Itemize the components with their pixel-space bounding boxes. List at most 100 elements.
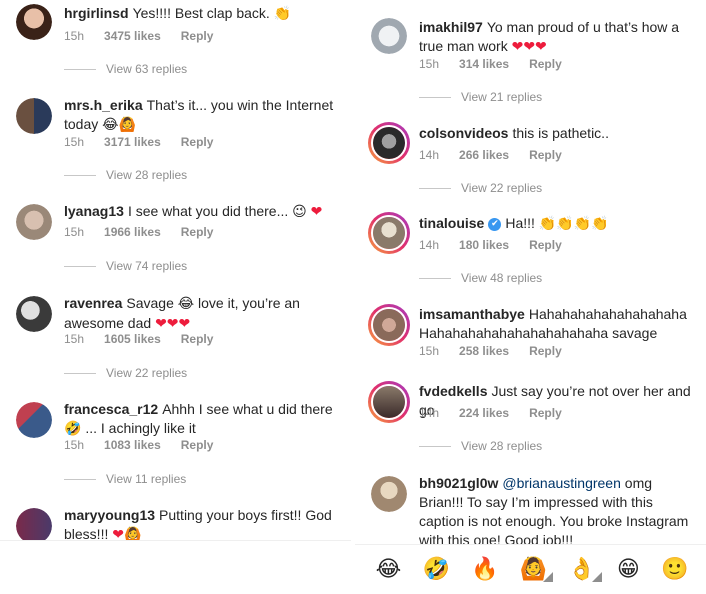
reply-button[interactable]: Reply [181,29,214,43]
comment-item: colsonvideos this is pathetic.. 14h 266 li… [355,116,706,206]
likes-count[interactable]: 224 likes [459,406,509,420]
avatar[interactable] [371,476,407,512]
divider [419,446,451,448]
reply-button[interactable]: Reply [181,438,214,452]
likes-count[interactable]: 266 likes [459,148,509,162]
likes-count[interactable]: 1966 likes [104,225,161,239]
comment-item: maryyoung13 Putting your boys first!! God… [0,502,352,544]
avatar[interactable] [16,402,52,438]
avatar[interactable] [371,18,407,54]
reply-button[interactable]: Reply [181,332,214,346]
comment-text: this is pathetic.. [512,125,609,141]
view-replies-button[interactable]: View 21 replies [419,90,542,104]
avatar[interactable] [368,304,410,346]
comment-item: hrgirlinsd Yes!!!! Best clap back. 👏 15h 3… [0,0,352,90]
smile-emoji-icon[interactable]: 🙂 [661,557,688,582]
likes-count[interactable]: 1083 likes [104,438,161,452]
view-replies-label: View 28 replies [106,168,188,182]
timestamp: 15h [64,438,85,452]
laugh-emoji-icon[interactable]: 😂 [376,557,402,582]
comment-meta: 15h 258 likes Reply [419,344,582,358]
comment-meta: 14h 266 likes Reply [419,148,582,162]
comment-text: Ahhh I see what u did there [162,401,333,417]
likes-count[interactable]: 258 likes [459,344,509,358]
reply-button[interactable]: Reply [529,238,562,252]
verified-badge-icon: ✔ [488,217,502,231]
reply-button[interactable]: Reply [181,135,214,149]
clap-emoji-icon: 👏 [273,6,292,22]
username[interactable]: francesca_r12 [64,401,158,417]
username[interactable]: ravenrea [64,295,122,311]
timestamp: 15h [64,225,85,239]
reply-button[interactable]: Reply [529,148,562,162]
username[interactable]: lyanag13 [64,203,124,219]
reply-button[interactable]: Reply [529,406,562,420]
likes-count[interactable]: 180 likes [459,238,509,252]
avatar[interactable] [368,381,410,423]
view-replies-button[interactable]: View 28 replies [64,168,187,182]
username[interactable]: imakhil97 [419,19,483,35]
username[interactable]: fvdedkells [419,383,487,399]
view-replies-button[interactable]: View 48 replies [419,271,542,285]
laugh-emoji-icon: 😂 [177,296,195,312]
likes-count[interactable]: 3171 likes [104,135,161,149]
timestamp: 15h [64,29,85,43]
view-replies-button[interactable]: View 22 replies [419,181,542,195]
comment-meta: 14h 180 likes Reply [419,238,582,252]
grin-emoji-icon[interactable]: 😁 [617,557,640,582]
rofl-emoji-icon: 🤣 [64,421,82,437]
divider [64,69,96,71]
divider [419,97,451,99]
username[interactable]: maryyoung13 [64,507,155,523]
view-replies-button[interactable]: View 63 replies [64,62,187,76]
comment-meta: 15h 3171 likes Reply [64,135,233,149]
comment-item: lyanag13 I see what you did there... 😉 ❤ … [0,198,352,288]
comment-meta: 15h 1605 likes Reply [64,332,233,346]
avatar[interactable] [16,204,52,240]
username[interactable]: bh9021gl0w [419,475,498,491]
timestamp: 15h [419,344,440,358]
view-replies-label: View 22 replies [461,181,543,195]
fire-emoji-icon[interactable]: 🔥 [471,557,498,582]
reply-button[interactable]: Reply [181,225,214,239]
comment-meta: 15h 3475 likes Reply [64,29,233,43]
view-replies-button[interactable]: View 28 replies [419,439,542,453]
view-replies-button[interactable]: View 74 replies [64,259,187,273]
divider [64,175,96,177]
comments-column-right: imakhil97 Yo man proud of u that’s how a … [352,0,706,594]
rofl-emoji-icon[interactable]: 🤣 [423,557,450,582]
avatar[interactable] [368,122,410,164]
reply-button[interactable]: Reply [529,57,562,71]
emoji-reaction-bar: 😂 🤣 🔥 🙆 👌 😁 🙂 [355,544,706,594]
comment-item: francesca_r12 Ahhh I see what u did there… [0,396,352,496]
comment-text: Ha!!! [505,215,535,231]
username[interactable]: colsonvideos [419,125,508,141]
comment-text: Savage [126,295,174,311]
username[interactable]: imsamanthabye [419,306,525,322]
avatar[interactable] [16,296,52,332]
likes-count[interactable]: 3475 likes [104,29,161,43]
comment-meta: 15h 1966 likes Reply [64,225,233,239]
mention-link[interactable]: @brianaustingreen [502,475,621,491]
avatar[interactable] [16,508,52,544]
view-replies-button[interactable]: View 11 replies [64,472,186,486]
ok-hand-emoji-icon[interactable]: 👌 [568,557,603,582]
likes-count[interactable]: 1605 likes [104,332,161,346]
username[interactable]: mrs.h_erika [64,97,143,113]
wink-emoji-icon: 😉 [292,204,307,220]
likes-count[interactable]: 314 likes [459,57,509,71]
comment-text: Yes!!!! Best clap back. [132,5,270,21]
username[interactable]: tinalouise [419,215,484,231]
view-replies-button[interactable]: View 22 replies [64,366,187,380]
avatar[interactable] [368,212,410,254]
username[interactable]: hrgirlinsd [64,5,129,21]
avatar[interactable] [16,98,52,134]
reply-button[interactable]: Reply [529,344,562,358]
gesture-emoji-icon[interactable]: 🙆 [520,557,554,582]
avatar[interactable] [16,4,52,40]
blank-footer [0,540,352,594]
view-replies-label: View 48 replies [461,271,543,285]
divider [64,373,96,375]
view-replies-label: View 21 replies [461,90,543,104]
view-replies-label: View 74 replies [106,259,188,273]
